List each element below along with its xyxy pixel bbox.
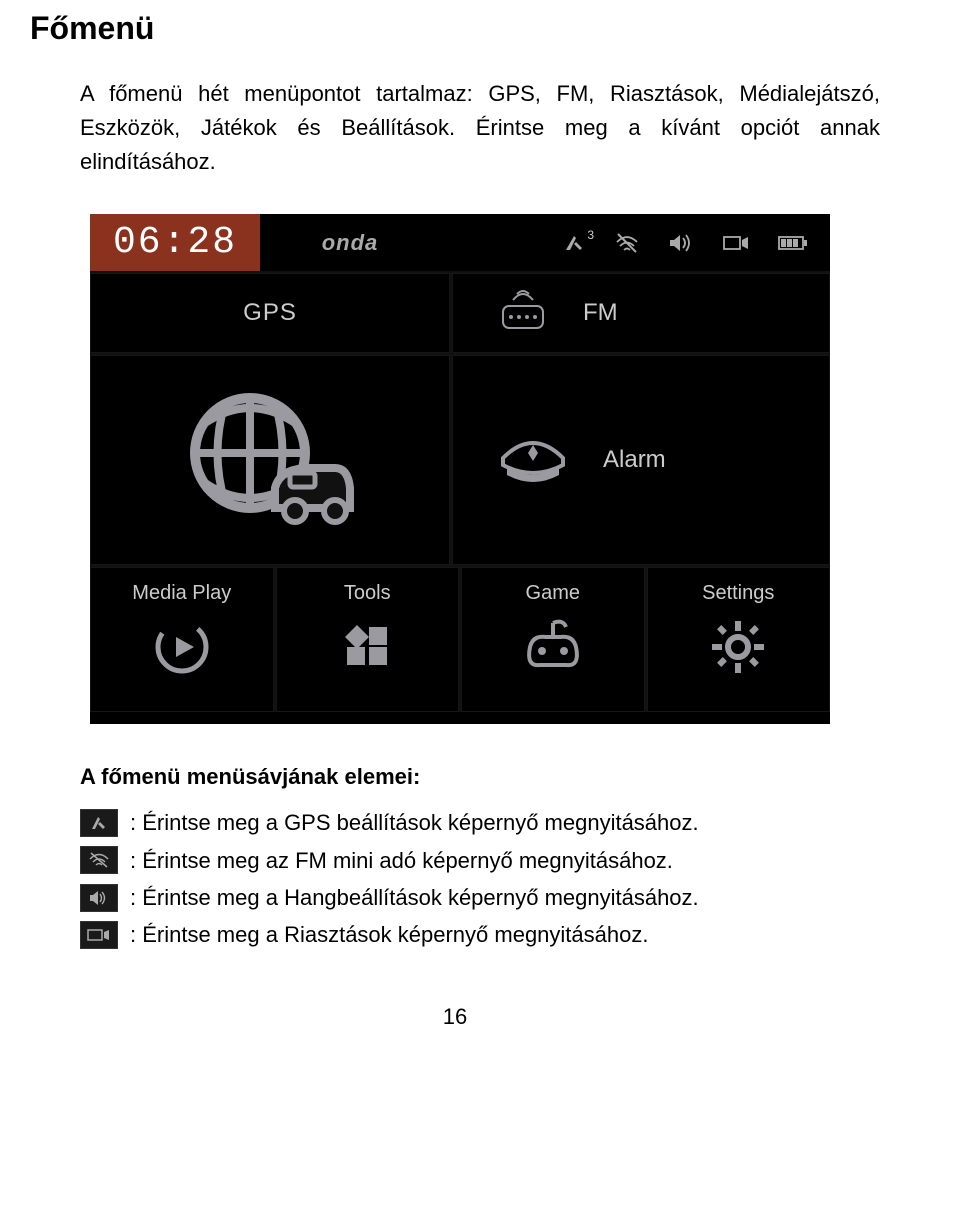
gear-icon [708, 617, 768, 682]
settings-label: Settings [702, 582, 774, 605]
legend-text-sound: : Érintse meg a Hangbeállítások képernyő… [130, 879, 699, 916]
volume-icon [668, 232, 694, 254]
gamepad-icon [518, 617, 588, 677]
legend-text-gps: : Érintse meg a GPS beállítások képernyő… [130, 804, 699, 841]
tools-icon [337, 617, 397, 682]
police-hat-icon [493, 423, 573, 498]
legend-text-alarm: : Érintse meg a Riasztások képernyő megn… [130, 916, 648, 953]
menu-grid: GPS FM [90, 272, 830, 712]
legend-satellite-icon [80, 809, 118, 837]
game-label: Game [526, 582, 580, 605]
menu-settings[interactable]: Settings [647, 567, 831, 712]
menu-alarm[interactable]: Alarm [452, 355, 830, 565]
menu-media-play[interactable]: Media Play [90, 567, 274, 712]
legend-row-gps: : Érintse meg a GPS beállítások képernyő… [80, 804, 880, 841]
battery-icon [778, 234, 808, 252]
play-icon [152, 617, 212, 682]
menu-game[interactable]: Game [461, 567, 645, 712]
page-heading: Főmenü [30, 10, 880, 47]
gps-label: GPS [243, 299, 297, 327]
bottom-row: Media Play Tools [90, 567, 830, 712]
legend-row-sound: : Érintse meg a Hangbeállítások képernyő… [80, 879, 880, 916]
legend-camera-icon [80, 921, 118, 949]
device-screenshot: 06:28 onda 3 GPS [90, 214, 830, 724]
intro-paragraph: A főmenü hét menüpontot tartalmaz: GPS, … [80, 77, 880, 179]
camera-icon [722, 233, 750, 253]
legend-row-fm: : Érintse meg az FM mini adó képernyő me… [80, 842, 880, 879]
globe-car-icon [180, 383, 360, 538]
legend-wifi-icon [80, 846, 118, 874]
satellite-icon: 3 [562, 232, 586, 254]
satellite-count: 3 [587, 228, 594, 242]
clock-display: 06:28 [90, 214, 260, 271]
menu-gps[interactable] [90, 355, 450, 565]
menu-tools[interactable]: Tools [276, 567, 460, 712]
menu-fm[interactable]: FM [452, 273, 830, 353]
alarm-label: Alarm [603, 446, 666, 474]
device-topbar: 06:28 onda 3 [90, 214, 830, 272]
media-label: Media Play [132, 582, 231, 605]
legend-text-fm: : Érintse meg az FM mini adó képernyő me… [130, 842, 673, 879]
brand-logo: onda [260, 214, 440, 271]
radio-icon [493, 286, 553, 341]
legend-section: A főmenü menüsávjának elemei: : Érintse … [80, 764, 880, 954]
page-number: 16 [30, 1004, 880, 1030]
tools-label: Tools [344, 582, 391, 605]
menu-gps-label[interactable]: GPS [90, 273, 450, 353]
wifi-off-icon [614, 232, 640, 254]
legend-row-alarm: : Érintse meg a Riasztások képernyő megn… [80, 916, 880, 953]
legend-volume-icon [80, 884, 118, 912]
fm-label: FM [583, 299, 618, 327]
status-tray: 3 [440, 214, 830, 271]
legend-title: A főmenü menüsávjának elemei: [80, 764, 880, 790]
